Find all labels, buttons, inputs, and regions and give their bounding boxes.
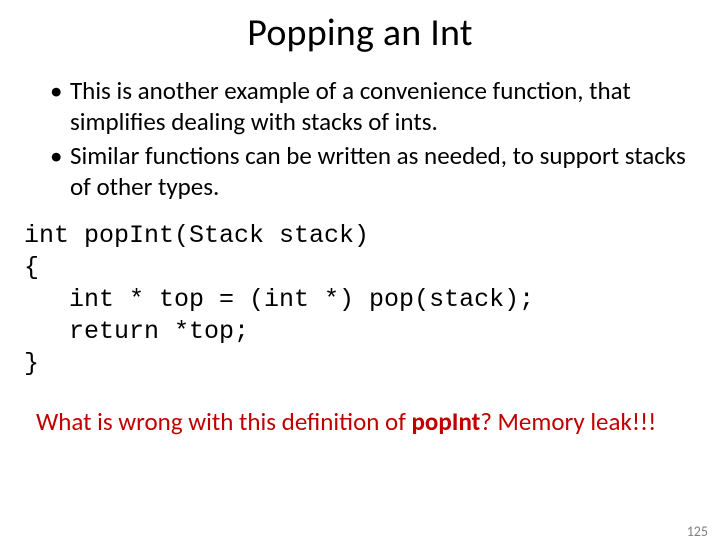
code-line: }	[24, 349, 39, 378]
bullet-list: This is another example of a convenience…	[50, 76, 690, 202]
bullet-item: Similar functions can be written as need…	[50, 141, 690, 202]
bullet-item: This is another example of a convenience…	[50, 76, 690, 137]
code-line: int * top = (int *) pop(stack);	[24, 285, 534, 314]
page-number: 125	[687, 523, 708, 540]
code-line: return *top;	[24, 317, 249, 346]
slide-title: Popping an Int	[0, 10, 720, 56]
slide: Popping an Int This is another example o…	[0, 10, 720, 540]
warning-suffix: ? Memory leak!!!	[480, 406, 656, 437]
code-line: int popInt(Stack stack)	[24, 221, 369, 250]
warning-strong: popInt	[412, 406, 481, 437]
warning-prefix: What is wrong with this definition of	[36, 406, 412, 437]
code-line: {	[24, 253, 39, 282]
warning-text: What is wrong with this definition of po…	[36, 406, 720, 437]
code-block: int popInt(Stack stack) { int * top = (i…	[24, 220, 720, 380]
